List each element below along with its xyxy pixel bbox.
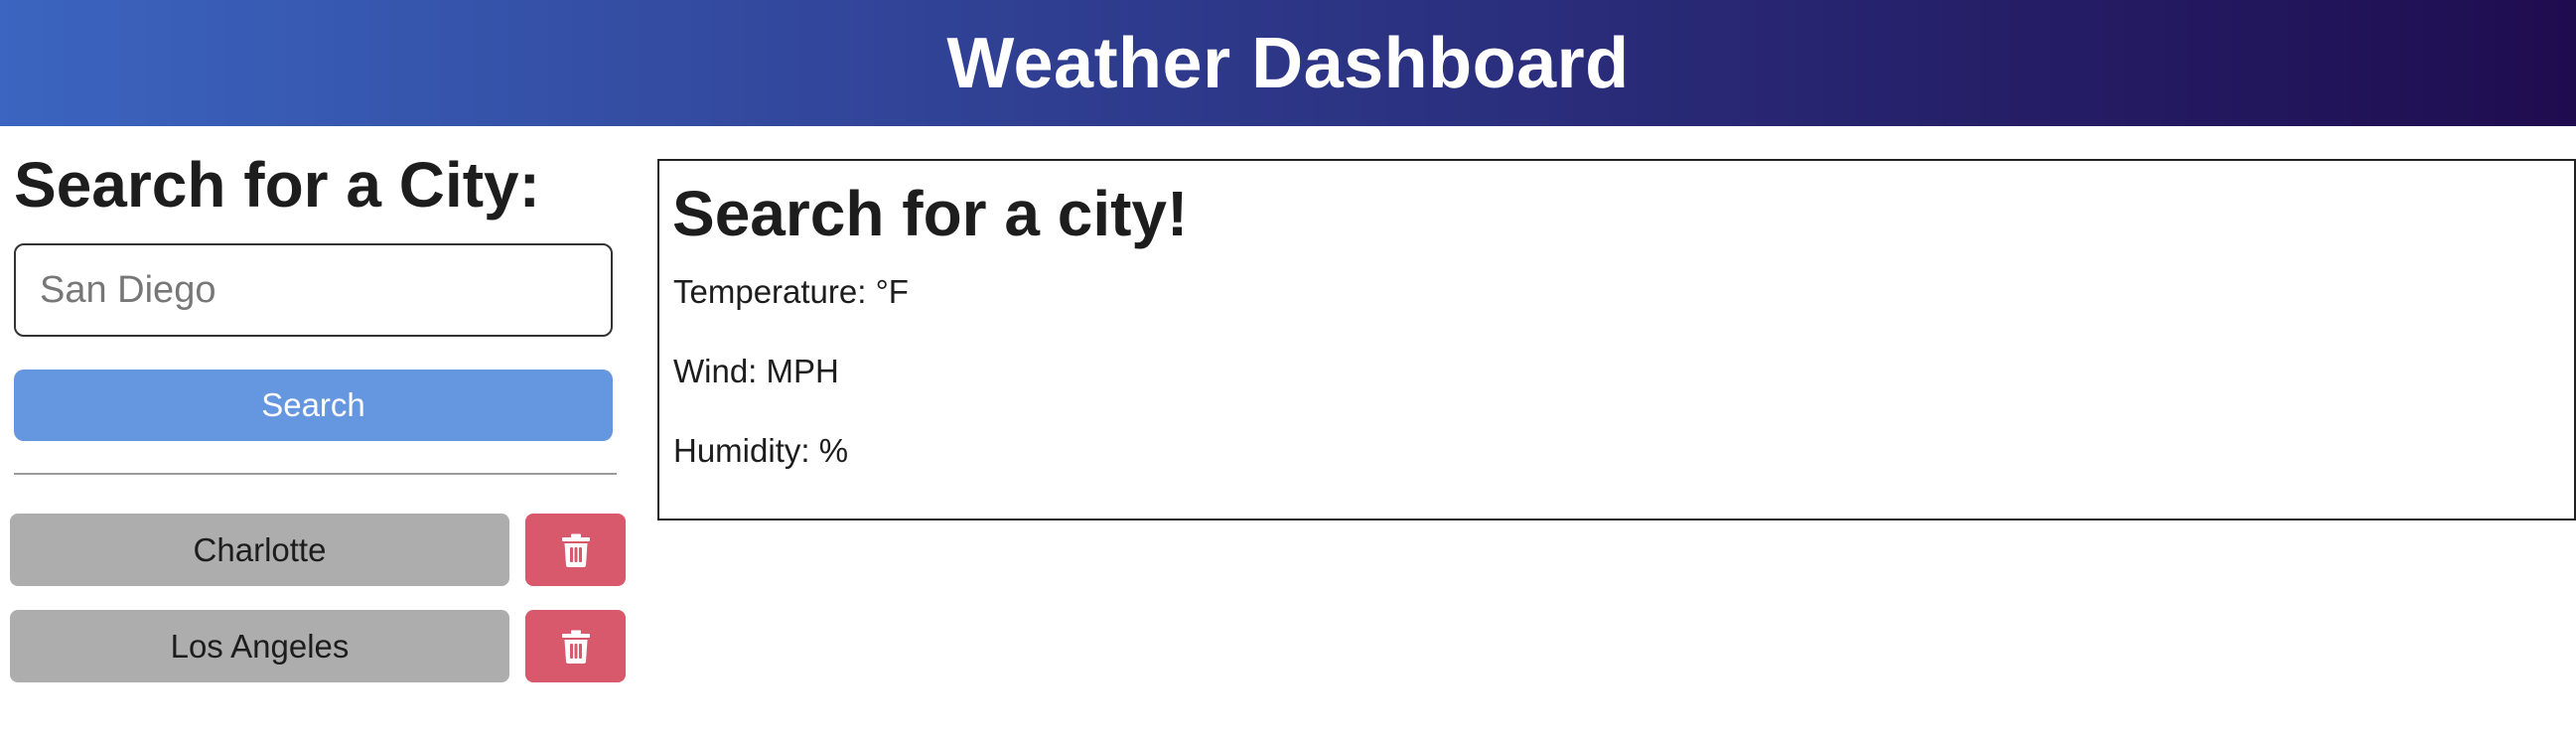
humidity-text: Humidity: % — [673, 432, 849, 469]
search-button[interactable]: Search — [14, 370, 613, 441]
history-city-button[interactable]: Los Angeles — [10, 610, 509, 682]
divider — [14, 473, 617, 475]
page-title: Weather Dashboard — [946, 23, 1630, 103]
temperature-text: Temperature: °F — [673, 273, 909, 310]
delete-history-button[interactable] — [525, 514, 626, 586]
app-header: Weather Dashboard — [0, 0, 2576, 126]
history-city-button[interactable]: Charlotte — [10, 514, 509, 586]
trash-icon — [561, 630, 590, 664]
delete-history-button[interactable] — [525, 610, 626, 682]
weather-city-title: Search for a city! — [672, 178, 1189, 249]
city-search-input[interactable] — [14, 243, 613, 337]
trash-icon — [561, 533, 590, 567]
search-heading: Search for a City: — [14, 149, 540, 221]
history-item: Los Angeles — [10, 610, 626, 682]
current-weather-panel: Search for a city! Temperature: °F Wind:… — [657, 159, 2576, 520]
wind-text: Wind: MPH — [673, 353, 839, 389]
history-item: Charlotte — [10, 514, 626, 586]
